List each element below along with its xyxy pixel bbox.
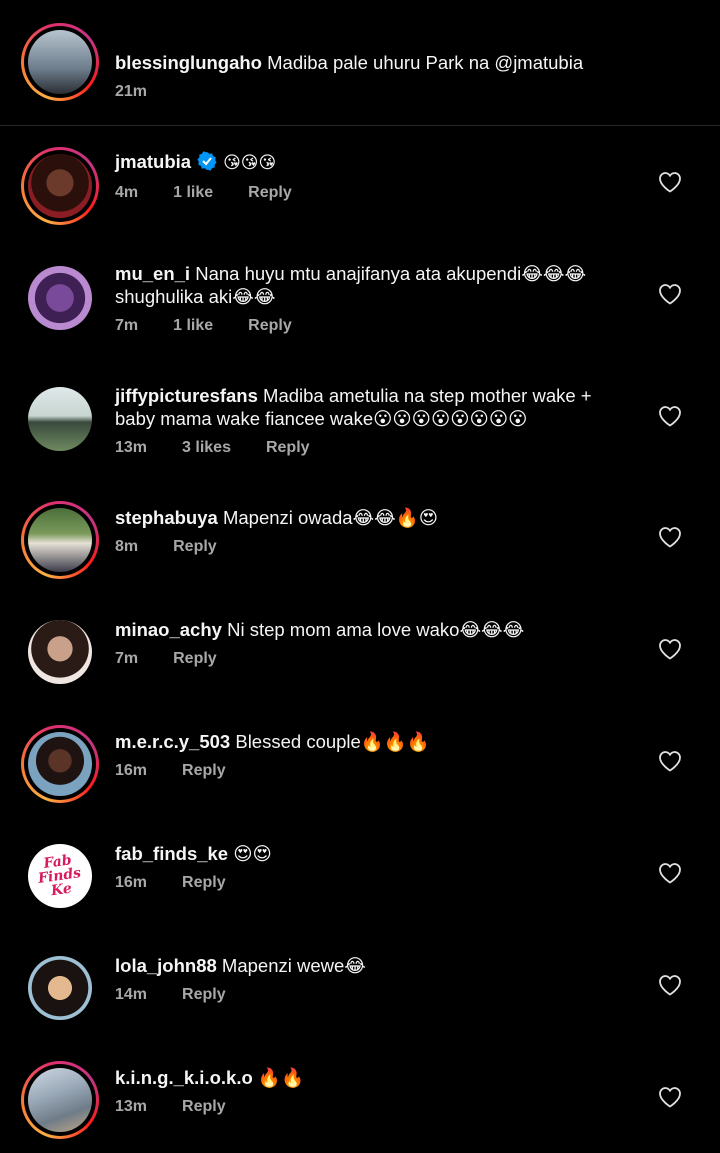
comment-time: 7m — [115, 317, 139, 334]
caption-time: 21m — [115, 83, 148, 100]
avatar[interactable] — [21, 147, 99, 225]
heart-outline-icon[interactable] — [658, 171, 682, 193]
reply-button[interactable]: Reply — [173, 650, 217, 668]
heart-outline-icon[interactable] — [658, 283, 682, 305]
comment-time: 4m — [115, 184, 139, 201]
comment-text: 😍😍 — [233, 843, 272, 864]
avatar[interactable] — [21, 1061, 99, 1139]
reply-button[interactable]: Reply — [248, 184, 292, 202]
heart-outline-icon[interactable] — [658, 638, 682, 660]
avatar[interactable]: Fab Finds Ke — [21, 837, 99, 915]
comment-text-continued: baby mama wake fiancee wake😮😮😮😮😮😮😮😮 — [115, 408, 528, 429]
comment-time: 14m — [115, 986, 148, 1003]
avatar[interactable] — [21, 613, 99, 691]
comment-text: Madiba ametulia na step mother wake + — [263, 385, 592, 406]
comment-time: 16m — [115, 762, 148, 779]
comment-username[interactable]: fab_finds_ke — [115, 843, 228, 864]
avatar[interactable] — [21, 259, 99, 337]
avatar[interactable] — [21, 725, 99, 803]
comment-username[interactable]: lola_john88 — [115, 955, 217, 976]
reply-button[interactable]: Reply — [182, 986, 226, 1004]
avatar-logo-text: Fab Finds Ke — [37, 852, 83, 900]
comment-username[interactable]: jmatubia — [115, 151, 191, 172]
heart-outline-icon[interactable] — [658, 405, 682, 427]
comment-text: 🔥🔥 — [257, 1067, 304, 1088]
caption-row: blessinglungaho Madiba pale uhuru Park n… — [0, 0, 720, 126]
comment-text: 😘😘😘 — [223, 153, 277, 173]
comment-username[interactable]: mu_en_i — [115, 263, 190, 284]
comment-username[interactable]: jiffypicturesfans — [115, 385, 258, 406]
heart-outline-icon[interactable] — [658, 974, 682, 996]
comment-username[interactable]: minao_achy — [115, 619, 222, 640]
comment-username[interactable]: k.i.n.g._k.i.o.k.o — [115, 1067, 253, 1088]
comment-time: 13m — [115, 439, 148, 456]
comment-text: Ni step mom ama love wako😂😂😂 — [227, 619, 525, 640]
comment-time: 16m — [115, 874, 148, 891]
heart-outline-icon[interactable] — [658, 862, 682, 884]
comment-text: Mapenzi owada😂😂🔥😍 — [222, 507, 439, 528]
reply-button[interactable]: Reply — [182, 874, 226, 892]
avatar[interactable] — [21, 380, 99, 458]
caption-username[interactable]: blessinglungaho — [115, 52, 262, 73]
reply-button[interactable]: Reply — [266, 439, 310, 457]
comment-time: 7m — [115, 650, 139, 667]
avatar[interactable] — [21, 949, 99, 1027]
comment-text: Nana huyu mtu anajifanya ata akupendi😂😂😂 — [195, 263, 587, 284]
comment-likes[interactable]: 1 like — [173, 317, 213, 335]
reply-button[interactable]: Reply — [182, 762, 226, 780]
comment-likes[interactable]: 1 like — [173, 184, 213, 202]
comment-likes[interactable]: 3 likes — [182, 439, 231, 457]
comment-username[interactable]: stephabuya — [115, 507, 218, 528]
caption-body: blessinglungaho Madiba pale uhuru Park n… — [115, 51, 700, 101]
caption-text: Madiba pale uhuru Park na @jmatubia — [267, 52, 584, 73]
avatar[interactable] — [21, 23, 99, 101]
heart-outline-icon[interactable] — [658, 1086, 682, 1108]
comment-text: Mapenzi wewe😂 — [221, 955, 366, 976]
reply-button[interactable]: Reply — [248, 317, 292, 335]
comment-time: 8m — [115, 538, 139, 555]
heart-outline-icon[interactable] — [658, 526, 682, 548]
reply-button[interactable]: Reply — [182, 1098, 226, 1116]
verified-badge-icon — [197, 151, 217, 171]
comment-text: Blessed couple🔥🔥🔥 — [235, 731, 430, 752]
reply-button[interactable]: Reply — [173, 538, 217, 556]
heart-outline-icon[interactable] — [658, 750, 682, 772]
comment-username[interactable]: m.e.r.c.y_503 — [115, 731, 230, 752]
comment-time: 13m — [115, 1098, 148, 1115]
avatar[interactable] — [21, 501, 99, 579]
comment-text-continued: shughulika aki😂😂 — [115, 286, 276, 307]
